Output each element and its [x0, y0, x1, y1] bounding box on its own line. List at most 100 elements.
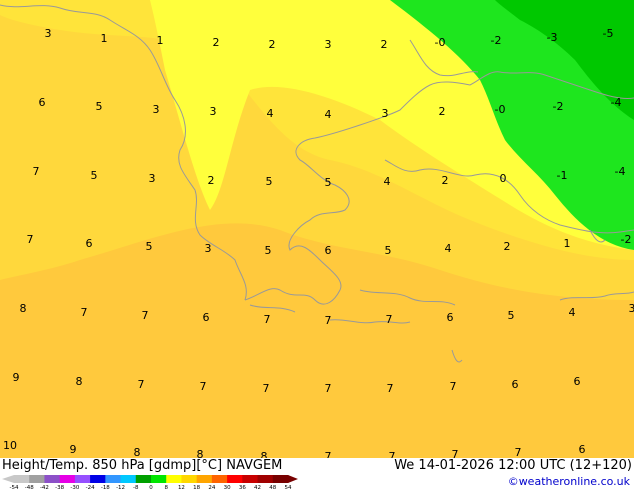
colorbar-swatch: [59, 475, 76, 483]
colorbar-tick-label: 0: [149, 485, 153, 490]
contour-value-label: 7: [389, 450, 396, 458]
contour-value-label: 8: [261, 450, 268, 458]
contour-value-label: 2: [381, 38, 388, 51]
contour-value-label: 10: [3, 439, 17, 452]
contour-value-label: 3: [382, 107, 389, 120]
colorbar-swatch: [135, 475, 152, 483]
colorbar-swatch: [211, 475, 228, 483]
contour-value-label: 4: [445, 242, 452, 255]
contour-value-label: -0: [495, 103, 506, 116]
colorbar-tick-label: -42: [40, 485, 49, 490]
contour-value-label: 7: [33, 165, 40, 178]
colorbar-tick-label: -38: [55, 485, 64, 490]
contour-value-label: 9: [13, 371, 20, 384]
contour-value-label: 6: [325, 244, 332, 257]
colorbar-tick-label: 12: [178, 485, 185, 490]
contour-value-label: -3: [547, 31, 558, 44]
contour-value-label: 3: [629, 302, 634, 315]
colorbar-swatch: [29, 475, 45, 483]
contour-value-label: 8: [76, 375, 83, 388]
contour-value-label: -2: [621, 233, 632, 246]
contour-value-label: 0: [500, 172, 507, 185]
valid-time: We 14-01-2026 12:00 UTC (12+120): [394, 458, 632, 473]
map-footer: Height/Temp. 850 hPa [gdmp][°C] NAVGEM W…: [0, 458, 634, 490]
credit-link[interactable]: ©weatheronline.co.uk: [508, 475, 630, 488]
colorbar-legend: -54 -48 -42 -38 -30 -24 -18 -12 -8 0 8 12 18 24 30 36 42…: [2, 475, 298, 490]
colorbar-swatch: [105, 475, 122, 483]
contour-value-label: 5: [385, 244, 392, 257]
colorbar-swatch: [14, 475, 30, 483]
contour-value-label: -2: [553, 100, 564, 113]
contour-value-label: 7: [142, 309, 149, 322]
colorbar-swatch: [272, 475, 289, 483]
colorbar-tick-label: 30: [224, 485, 231, 490]
contour-value-label: 2: [439, 105, 446, 118]
map-title: Height/Temp. 850 hPa [gdmp][°C] NAVGEM: [2, 458, 283, 473]
colorbar-swatch: [196, 475, 213, 483]
colorbar-tick-label: 8: [164, 485, 168, 490]
colorbar-swatch: [181, 475, 198, 483]
colorbar-tick-label: -18: [101, 485, 110, 490]
contour-value-label: 8: [197, 448, 204, 458]
contour-value-label: 5: [266, 175, 273, 188]
contour-value-label: 7: [515, 446, 522, 458]
contour-value-label: 7: [452, 448, 459, 458]
colorbar-swatch: [90, 475, 106, 483]
contour-value-label: 3: [210, 105, 217, 118]
contour-value-label: 7: [138, 378, 145, 391]
contour-value-label: 3: [325, 38, 332, 51]
colorbar-swatch: [151, 475, 167, 483]
contour-value-label: 7: [386, 313, 393, 326]
contour-value-label: 6: [512, 378, 519, 391]
contour-value-label: 7: [264, 313, 271, 326]
colorbar-tick-label: -48: [25, 485, 34, 490]
contour-value-label: 6: [86, 237, 93, 250]
contour-value-label: 9: [70, 443, 77, 456]
contour-value-label: 7: [81, 306, 88, 319]
contour-value-label: 2: [504, 240, 511, 253]
contour-value-label: -0: [435, 36, 446, 49]
colorbar-tick-label: 36: [239, 485, 246, 490]
colorbar-tick-label: -54: [10, 485, 19, 490]
contour-value-label: 7: [387, 382, 394, 395]
contour-value-label: -5: [603, 27, 614, 40]
contour-value-label: -2: [491, 34, 502, 47]
colorbar-left-arrow: [2, 475, 14, 483]
colorbar-right-arrow: [288, 475, 298, 483]
contour-value-label: 2: [213, 36, 220, 49]
contour-value-label: 5: [91, 169, 98, 182]
contour-value-label: 3: [205, 242, 212, 255]
colorbar-swatch: [257, 475, 274, 483]
contour-value-label: 2: [442, 174, 449, 187]
colorbar-tick-label: -24: [86, 485, 95, 490]
contour-value-label: 4: [325, 108, 332, 121]
contour-value-label: 7: [325, 314, 332, 327]
colorbar-swatch: [227, 475, 243, 483]
contour-value-label: 7: [325, 450, 332, 458]
contour-value-label: 4: [384, 175, 391, 188]
colorbar-swatch: [242, 475, 259, 483]
contour-value-label: 8: [134, 446, 141, 458]
contour-value-label: 1: [101, 32, 108, 45]
contour-value-label: 6: [574, 375, 581, 388]
contour-value-label: 2: [269, 38, 276, 51]
colorbar-tick-label: -30: [70, 485, 79, 490]
contour-value-label: 5: [96, 100, 103, 113]
contour-value-label: 4: [569, 306, 576, 319]
contour-value-label: 8: [20, 302, 27, 315]
colorbar-swatch: [120, 475, 137, 483]
contour-value-label: 6: [579, 443, 586, 456]
contour-value-label: 1: [564, 237, 571, 250]
contour-value-label: 7: [27, 233, 34, 246]
colorbar-swatch: [74, 475, 91, 483]
colorbar-tick-label: 54: [285, 485, 292, 490]
contour-value-label: -1: [557, 169, 568, 182]
colorbar-tick-label: 24: [208, 485, 215, 490]
contour-value-label: -4: [611, 96, 622, 109]
colorbar-swatch: [44, 475, 61, 483]
contour-value-label: 7: [450, 380, 457, 393]
colorbar-tick-label: -12: [116, 485, 125, 490]
contour-value-label: 5: [325, 176, 332, 189]
contour-value-label: 5: [146, 240, 153, 253]
colorbar-tick-label: 42: [254, 485, 261, 490]
